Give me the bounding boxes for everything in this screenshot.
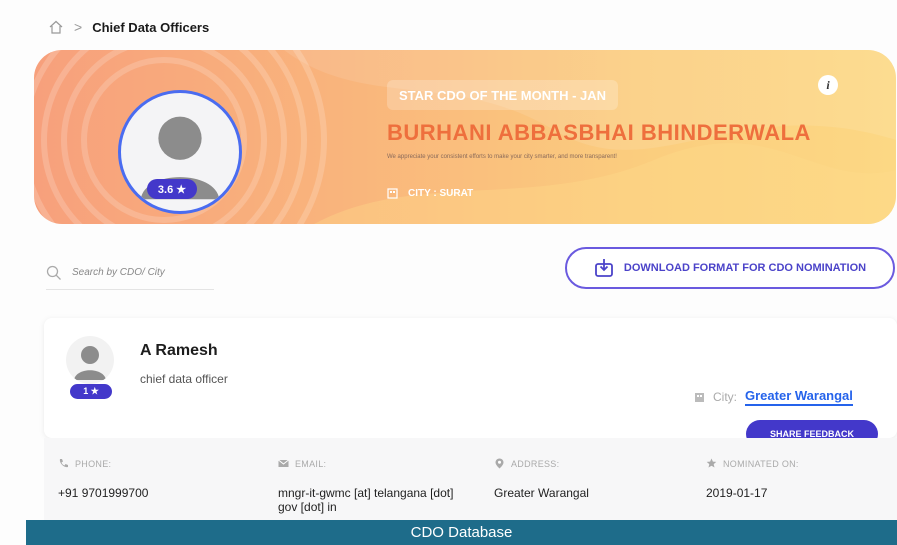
- address-value: Greater Warangal: [494, 486, 589, 500]
- cdo-name: A Ramesh: [140, 342, 218, 359]
- building-icon: [387, 188, 398, 199]
- email-label: EMAIL:: [295, 458, 327, 469]
- cdo-role: chief data officer: [140, 372, 228, 386]
- phone-label: PHONE:: [75, 458, 112, 469]
- rating-badge: 1 ★: [70, 384, 112, 399]
- caption-text: CDO Database: [410, 524, 513, 541]
- star-cdo-city: CITY : SURAT: [387, 188, 473, 199]
- address-label: ADDRESS:: [511, 458, 560, 469]
- breadcrumb-current: Chief Data Officers: [92, 19, 210, 35]
- cdo-city: City: Greater Warangal: [694, 388, 853, 406]
- city-link[interactable]: Greater Warangal: [745, 388, 853, 406]
- phone-value: +91 9701999700: [58, 486, 149, 500]
- nominated-column: NOMINATED ON: 2019-01-17: [706, 458, 886, 500]
- email-column: EMAIL: mngr-it-gwmc [at] telangana [dot]…: [278, 458, 458, 515]
- location-pin-icon: [495, 458, 504, 469]
- breadcrumb: > Chief Data Officers: [48, 16, 209, 38]
- address-column: ADDRESS: Greater Warangal: [494, 458, 694, 500]
- nominated-value: 2019-01-17: [706, 486, 768, 500]
- caption-bar: CDO Database: [26, 520, 897, 545]
- nominated-label: NOMINATED ON:: [723, 458, 799, 469]
- download-format-label: DOWNLOAD FORMAT FOR CDO NOMINATION: [623, 262, 867, 274]
- home-icon[interactable]: [48, 19, 64, 35]
- banner-title: STAR CDO OF THE MONTH - JAN: [387, 80, 619, 110]
- download-format-button[interactable]: DOWNLOAD FORMAT FOR CDO NOMINATION: [565, 247, 895, 289]
- city-label: City:: [713, 390, 737, 404]
- star-cdo-banner: 3.6 ★ STAR CDO OF THE MONTH - JAN i BURH…: [34, 50, 896, 224]
- user-icon: [74, 346, 106, 380]
- search-input[interactable]: [72, 267, 202, 278]
- phone-icon: [59, 459, 68, 468]
- cdo-card: 1 ★ A Ramesh chief data officer City: Gr…: [44, 318, 897, 448]
- building-icon: [695, 392, 704, 402]
- search-bar: [46, 256, 214, 290]
- avatar: [66, 336, 114, 384]
- star-cdo-rating: 3.6 ★: [147, 179, 197, 199]
- chevron-right-icon: >: [74, 19, 83, 35]
- email-value: mngr-it-gwmc [at] telangana [dot] gov [d…: [278, 486, 454, 514]
- appreciation-text: We appreciate your consistent efforts to…: [387, 154, 617, 160]
- cdo-details: PHONE: +91 9701999700 EMAIL: mngr-it-gwm…: [44, 438, 897, 520]
- star-cdo-city-text: CITY : SURAT: [408, 188, 474, 199]
- search-icon: [46, 265, 61, 280]
- star-cdo-name: BURHANI ABBASBHAI BHINDERWALA: [387, 120, 811, 145]
- download-icon: [595, 259, 613, 277]
- email-icon: [278, 459, 289, 467]
- trophy-icon: [706, 458, 717, 468]
- info-icon[interactable]: i: [818, 75, 838, 95]
- phone-column: PHONE: +91 9701999700: [58, 458, 258, 501]
